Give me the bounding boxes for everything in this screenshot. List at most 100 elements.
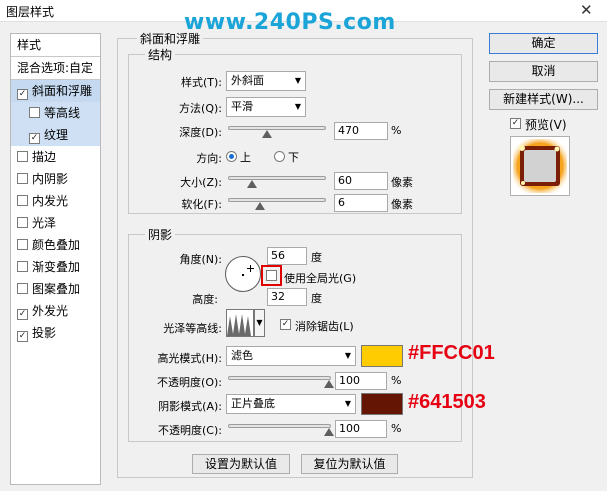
sidebar-item-color-overlay[interactable]: 颜色叠加 [11, 234, 100, 256]
soften-slider-track[interactable] [228, 198, 326, 202]
gloss-contour-preview[interactable] [226, 309, 254, 337]
checkbox-outer-glow[interactable]: ✓ [17, 309, 28, 320]
reset-default-button[interactable]: 复位为默认值 [301, 454, 398, 474]
shadow-opacity-track[interactable] [228, 424, 331, 428]
sidebar-item-gradient-overlay[interactable]: 渐变叠加 [11, 256, 100, 278]
checkbox-contour[interactable] [29, 107, 40, 118]
checkbox-pattern-overlay[interactable] [17, 283, 28, 294]
shadow-color-swatch[interactable] [361, 393, 403, 415]
preview-checkbox[interactable]: ✓ [510, 118, 521, 129]
highlight-opacity-unit: % [391, 374, 402, 387]
shadow-opacity-unit: % [391, 422, 402, 435]
sidebar-item-contour[interactable]: 等高线 [11, 102, 100, 124]
ok-button[interactable]: 确定 [489, 33, 598, 54]
sidebar-item-label: 颜色叠加 [32, 238, 81, 252]
size-unit: 像素 [391, 176, 413, 189]
technique-select[interactable]: 平滑 ▼ [226, 97, 306, 117]
altitude-input[interactable]: 32 [267, 288, 307, 306]
size-slider-thumb[interactable] [246, 180, 257, 188]
sidebar-item-inner-shadow[interactable]: 内阴影 [11, 168, 100, 190]
shadow-opacity-thumb[interactable] [324, 428, 334, 436]
highlight-mode-value: 滤色 [231, 349, 253, 362]
crosshair-icon [247, 265, 254, 272]
checkbox-drop-shadow[interactable]: ✓ [17, 331, 28, 342]
depth-slider-thumb[interactable] [262, 130, 273, 138]
checkbox-bevel-emboss[interactable]: ✓ [17, 89, 28, 100]
depth-unit: % [391, 124, 402, 137]
sidebar-item-inner-glow[interactable]: 内发光 [11, 190, 100, 212]
anti-aliased-label: 消除锯齿(L) [295, 320, 354, 333]
sidebar-item-label: 纹理 [44, 128, 69, 142]
direction-up-radio[interactable] [226, 151, 237, 162]
angle-dial-center [242, 274, 244, 276]
sidebar-item-stroke[interactable]: 描边 [11, 146, 100, 168]
style-select[interactable]: 外斜面 ▼ [226, 71, 306, 91]
size-label: 大小(Z): [180, 176, 222, 189]
depth-input[interactable]: 470 [334, 122, 388, 140]
sidebar-item-bevel-emboss[interactable]: ✓ 斜面和浮雕 [11, 80, 100, 102]
contour-curve-icon [227, 314, 251, 336]
style-sidebar: 样式 混合选项:自定 ✓ 斜面和浮雕 等高线 ✓ 纹理 描边 内阴影 内发光 光泽 … [10, 33, 101, 485]
gloss-contour-label: 光泽等高线: [163, 322, 222, 335]
shadow-mode-select[interactable]: 正片叠底 ▼ [226, 394, 356, 414]
structure-title: 结构 [145, 46, 176, 63]
watermark: www.240PS.com [184, 10, 396, 35]
checkbox-inner-glow[interactable] [17, 195, 28, 206]
sidebar-item-drop-shadow[interactable]: ✓ 投影 [11, 322, 100, 344]
chevron-down-icon[interactable]: ▼ [254, 309, 265, 337]
bevel-emboss-title: 斜面和浮雕 [137, 30, 204, 47]
sidebar-item-label: 混合选项:自定 [17, 61, 94, 75]
soften-input[interactable]: 6 [334, 194, 388, 212]
shadow-opacity-input[interactable]: 100 [335, 420, 387, 438]
sidebar-item-blending-options[interactable]: 混合选项:自定 [11, 57, 100, 79]
highlight-opacity-thumb[interactable] [324, 380, 334, 388]
soften-slider-thumb[interactable] [255, 202, 266, 210]
sidebar-item-label: 内阴影 [32, 172, 69, 186]
chevron-down-icon: ▼ [294, 102, 301, 111]
checkbox-texture[interactable]: ✓ [29, 133, 40, 144]
sidebar-item-label: 等高线 [44, 106, 81, 120]
highlight-mode-select[interactable]: 滤色 ▼ [226, 346, 356, 366]
sidebar-item-texture[interactable]: ✓ 纹理 [11, 124, 100, 146]
soften-label: 软化(F): [181, 198, 222, 211]
sidebar-item-pattern-overlay[interactable]: 图案叠加 [11, 278, 100, 300]
cancel-button[interactable]: 取消 [489, 61, 598, 82]
checkbox-gradient-overlay[interactable] [17, 261, 28, 272]
sidebar-item-outer-glow[interactable]: ✓ 外发光 [11, 300, 100, 322]
direction-up-label: 上 [240, 151, 251, 164]
angle-input[interactable]: 56 [267, 247, 307, 265]
angle-dial[interactable] [225, 256, 261, 292]
anti-aliased-checkbox[interactable]: ✓ [280, 319, 291, 330]
altitude-label: 高度: [192, 293, 218, 306]
shading-title: 阴影 [145, 226, 176, 243]
size-input[interactable]: 60 [334, 172, 388, 190]
highlight-color-swatch[interactable] [361, 345, 403, 367]
checkbox-stroke[interactable] [17, 151, 28, 162]
style-label: 样式(T): [180, 76, 222, 89]
checkbox-inner-shadow[interactable] [17, 173, 28, 184]
sidebar-item-label: 外发光 [32, 304, 69, 318]
size-slider-track[interactable] [228, 176, 326, 180]
style-preview-thumbnail [510, 136, 570, 196]
direction-label: 方向: [196, 152, 222, 165]
checkbox-color-overlay[interactable] [17, 239, 28, 250]
technique-label: 方法(Q): [179, 102, 222, 115]
depth-slider-track[interactable] [228, 126, 326, 130]
sidebar-item-satin[interactable]: 光泽 [11, 212, 100, 234]
global-light-label: 使用全局光(G) [284, 272, 357, 285]
sidebar-item-label: 样式 [17, 38, 42, 52]
depth-label: 深度(D): [179, 126, 222, 139]
new-style-button[interactable]: 新建样式(W)... [489, 89, 598, 110]
highlight-opacity-input[interactable]: 100 [335, 372, 387, 390]
sidebar-item-styles[interactable]: 样式 [11, 34, 100, 56]
sidebar-item-label: 斜面和浮雕 [32, 84, 93, 98]
checkbox-satin[interactable] [17, 217, 28, 228]
technique-select-value: 平滑 [231, 100, 253, 113]
highlight-mode-label: 高光模式(H): [157, 352, 222, 365]
direction-down-radio[interactable] [274, 151, 285, 162]
make-default-button[interactable]: 设置为默认值 [192, 454, 290, 474]
close-icon[interactable]: ✕ [580, 1, 593, 19]
highlight-opacity-track[interactable] [228, 376, 331, 380]
global-light-checkbox[interactable] [266, 270, 277, 281]
shadow-hex-label: #641503 [408, 391, 486, 413]
